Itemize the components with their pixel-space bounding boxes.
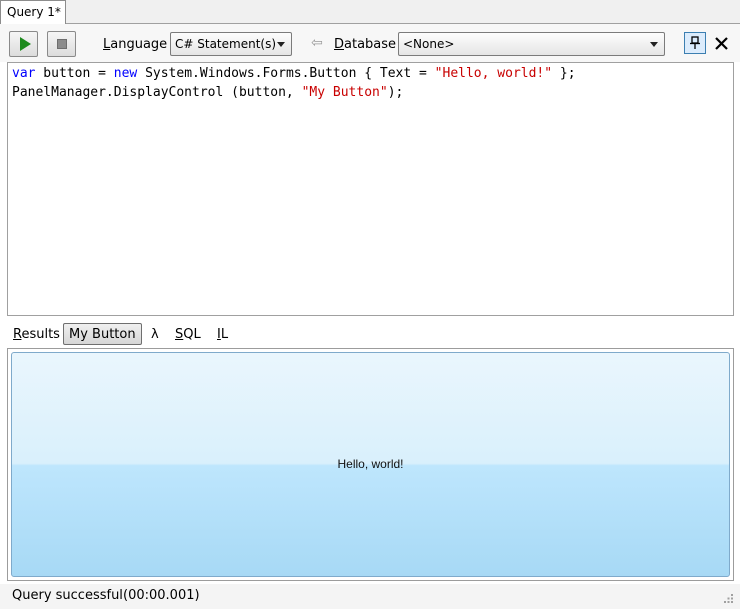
query-toolbar: Language C# Statement(s) ⇦ Database <Non…: [0, 24, 740, 62]
tab-il[interactable]: IL: [217, 327, 228, 342]
language-dropdown[interactable]: C# Statement(s): [170, 32, 292, 56]
code-line-1: var button = new System.Windows.Forms.Bu…: [12, 66, 576, 81]
tab-lambda[interactable]: λ: [151, 327, 159, 342]
stop-button[interactable]: [47, 31, 76, 57]
status-message: Query successful: [12, 588, 123, 603]
arrow-left-icon: ⇦: [311, 35, 323, 51]
database-label: Database: [334, 37, 397, 52]
tab-title: Query 1*: [7, 5, 61, 19]
chevron-down-icon: [650, 42, 658, 47]
pin-button[interactable]: [684, 32, 706, 54]
status-bar: Query successful (00:00.001): [0, 584, 740, 609]
code-editor[interactable]: var button = new System.Windows.Forms.Bu…: [7, 62, 734, 316]
tab-strip: Query 1*: [0, 0, 740, 24]
chevron-down-icon: [277, 42, 285, 47]
hello-world-button-label: Hello, world!: [337, 457, 404, 471]
resize-grip-icon[interactable]: [724, 594, 734, 604]
tab-query-1[interactable]: Query 1*: [0, 0, 66, 24]
results-tabs: Results My Button λ SQL IL: [0, 322, 740, 348]
close-icon: [715, 37, 728, 50]
pin-icon: [690, 36, 700, 49]
language-value: C# Statement(s): [175, 37, 277, 51]
play-icon: [20, 37, 31, 51]
language-label: Language: [103, 37, 168, 52]
database-value: <None>: [403, 37, 455, 51]
tab-sql[interactable]: SQL: [175, 327, 201, 342]
tab-results[interactable]: Results: [13, 327, 60, 342]
stop-icon: [57, 39, 67, 49]
tab-my-button[interactable]: My Button: [63, 323, 142, 345]
code-line-2: PanelManager.DisplayControl (button, "My…: [12, 85, 404, 100]
status-elapsed: (00:00.001): [123, 588, 200, 603]
close-button[interactable]: [713, 33, 731, 53]
run-button[interactable]: [9, 31, 38, 57]
database-dropdown[interactable]: <None>: [398, 32, 665, 56]
hello-world-button[interactable]: Hello, world!: [11, 352, 730, 577]
results-panel: Hello, world!: [7, 348, 734, 581]
